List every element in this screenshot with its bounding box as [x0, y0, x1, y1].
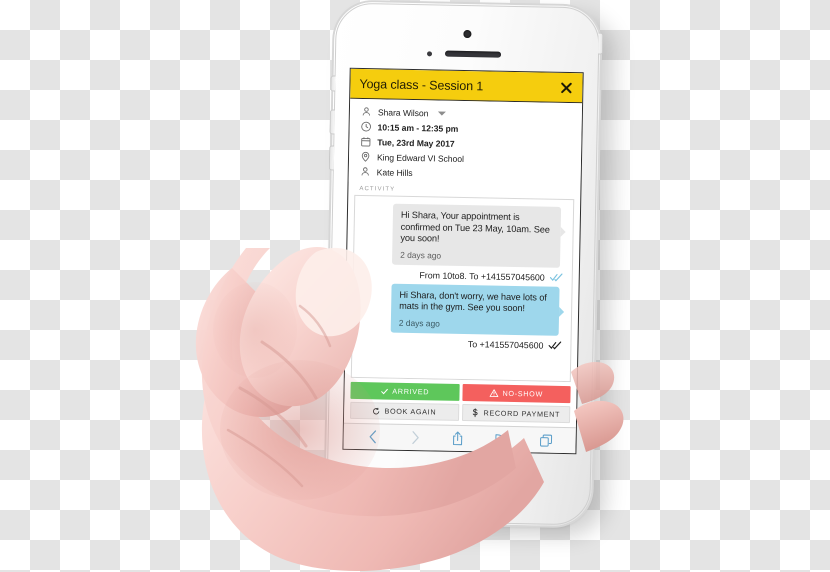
warning-icon: [489, 389, 499, 398]
arrived-label: ARRIVED: [392, 386, 430, 397]
phone-screen: Yoga class - Session 1 Shara Wilson 10:1…: [342, 67, 584, 455]
mute-switch[interactable]: [330, 75, 336, 92]
appointment-actions: ARRIVED NO-SHOW BOOK AGAIN RECORD PAYMEN…: [343, 377, 577, 428]
appointment-time: 10:15 am - 12:35 pm: [377, 121, 459, 134]
message-item: Hi Shara, Your appointment is confirmed …: [361, 203, 566, 268]
delivered-ticks-icon: [549, 273, 563, 282]
book-again-button[interactable]: BOOK AGAIN: [350, 401, 459, 421]
proximity-sensor-icon: [426, 51, 433, 57]
appointment-location: King Edward VI School: [376, 151, 464, 164]
appointment-date: Tue, 23rd May 2017: [377, 136, 455, 149]
refresh-icon: [372, 407, 380, 415]
appointment-header: Yoga class - Session 1: [350, 68, 583, 104]
arrived-button[interactable]: ARRIVED: [350, 381, 460, 401]
location-icon: [360, 151, 371, 162]
message-item: Hi Shara, don't worry, we have lots of m…: [360, 283, 565, 336]
person-icon: [360, 166, 371, 177]
clock-icon: [361, 121, 372, 132]
record-payment-label: RECORD PAYMENT: [483, 408, 561, 419]
forward-chevron-icon[interactable]: [409, 430, 420, 445]
dollar-icon: [471, 408, 479, 418]
message-bubble: Hi Shara, Your appointment is confirmed …: [391, 203, 562, 268]
message-timestamp: 2 days ago: [398, 317, 440, 329]
hand-shading: [226, 304, 332, 488]
index-finger: [195, 268, 308, 417]
person-icon: [361, 106, 372, 117]
calendar-icon: [360, 136, 371, 147]
page-title: Yoga class - Session 1: [359, 76, 484, 93]
message-recipient: From 10to8. To +141557045600: [419, 269, 545, 283]
share-icon[interactable]: [451, 431, 463, 446]
delivered-ticks-icon: [548, 341, 562, 350]
detail-row-staff: Kate Hills: [360, 164, 581, 183]
smartphone-device: Yoga class - Session 1 Shara Wilson 10:1…: [325, 1, 604, 527]
message-timestamp: 2 days ago: [400, 249, 442, 261]
check-icon: [380, 387, 388, 395]
activity-message-list: Hi Shara, Your appointment is confirmed …: [350, 194, 575, 383]
no-show-button[interactable]: NO-SHOW: [461, 384, 571, 404]
back-chevron-icon[interactable]: [367, 429, 378, 444]
earpiece-speaker-icon: [444, 50, 502, 58]
bookmarks-book-icon[interactable]: [494, 432, 508, 446]
message-body: Hi Shara, don't worry, we have lots of m…: [399, 289, 547, 314]
tabs-icon[interactable]: [539, 433, 552, 447]
power-button[interactable]: [598, 32, 604, 55]
appointment-details: Shara Wilson 10:15 am - 12:35 pm Tue, 23…: [348, 98, 583, 187]
close-icon[interactable]: [558, 79, 574, 95]
client-name: Shara Wilson: [377, 106, 429, 118]
front-camera-icon: [463, 29, 472, 39]
no-show-label: NO-SHOW: [502, 388, 544, 399]
message-recipient: To +141557045600: [467, 339, 544, 351]
message-body: Hi Shara, Your appointment is confirmed …: [400, 209, 550, 244]
chevron-down-icon[interactable]: [437, 110, 446, 116]
volume-down-button[interactable]: [328, 145, 335, 171]
screenshot-canvas: Yoga class - Session 1 Shara Wilson 10:1…: [0, 0, 830, 572]
browser-toolbar: [343, 422, 576, 454]
message-meta: To +141557045600: [359, 332, 563, 355]
book-again-label: BOOK AGAIN: [384, 406, 437, 417]
volume-up-button[interactable]: [329, 109, 335, 135]
home-button[interactable]: [435, 461, 483, 509]
staff-name: Kate Hills: [376, 166, 413, 178]
message-bubble: Hi Shara, don't worry, we have lots of m…: [390, 283, 560, 336]
record-payment-button[interactable]: RECORD PAYMENT: [461, 404, 571, 424]
